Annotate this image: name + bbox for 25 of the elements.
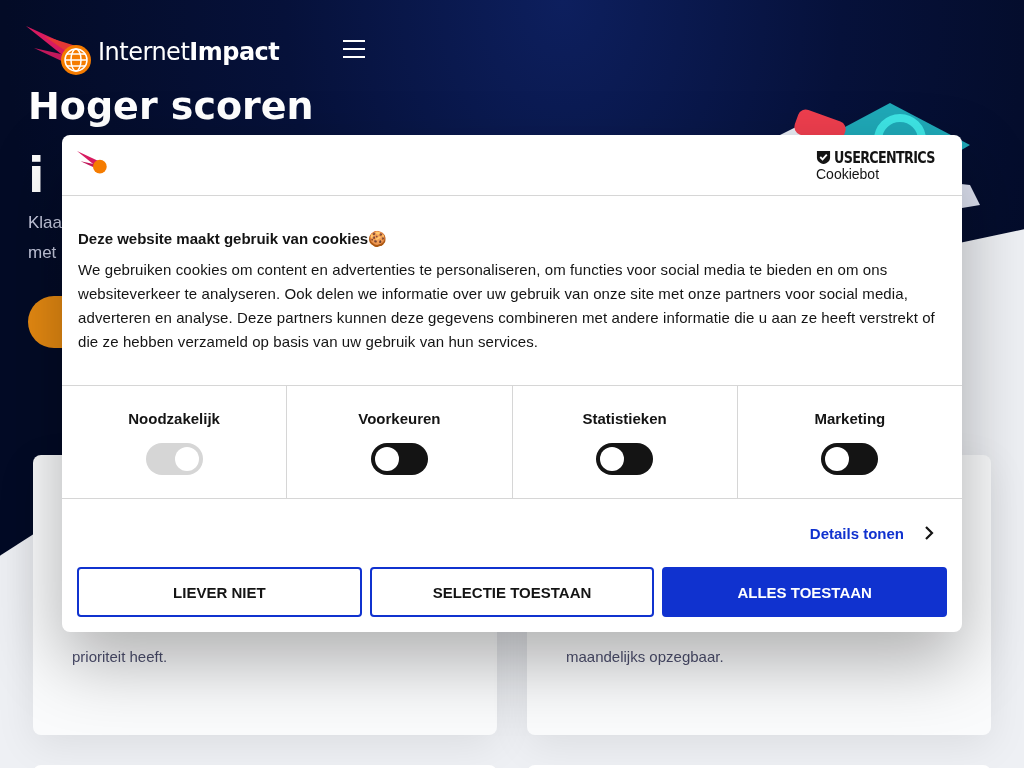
details-link[interactable]: Details tonen [809, 524, 904, 542]
hero-heading: i [28, 150, 46, 200]
product-name: Cookiebot [816, 166, 880, 182]
category-label: Marketing [814, 410, 886, 427]
hero-subtitle: met [28, 242, 58, 264]
hero-heading: Hoger scoren [28, 84, 314, 128]
cta-button[interactable] [28, 296, 62, 348]
card-text: maandelijks opzegbaar. [566, 647, 725, 667]
toggle-switch[interactable] [596, 443, 654, 475]
consent-button[interactable]: LIEVER NIET [77, 567, 362, 617]
shield-check-icon [816, 150, 831, 165]
hero-subtitle: Klaa [28, 212, 62, 234]
toggle-switch[interactable] [821, 443, 879, 475]
category-label: Noodzakelijk [128, 410, 220, 427]
logo-icon [77, 151, 109, 175]
consent-button[interactable]: SELECTIE TOESTAAN [369, 567, 655, 617]
dialog-text: We gebruiken cookies om content en advertenties te personaliseren, om functies voor social media te bieden en om ons websiteverkeer te analyseren. Ook delen we informatie over uw gebruik van onze site met onze partners voor social media, adverteren en analyse. Deze partners kunnen deze gegevens combineren met andere informatie die u aan ze heeft verstrekt of die ze hebben verzameld op basis van uw gebruik van hun services. [78, 260, 936, 352]
card-text: prioriteit heeft. [72, 647, 169, 667]
category-label: Voorkeuren [358, 410, 441, 427]
allow-all-button[interactable]: ALLES TOESTAAN [662, 567, 947, 617]
toggle-switch[interactable] [370, 443, 428, 475]
category-label: Statistieken [582, 410, 667, 427]
chevron-right-icon[interactable] [924, 525, 934, 541]
logo-text[interactable]: InternetImpact [98, 38, 280, 66]
dialog-title: Deze website maakt gebruik van cookies🍪 [78, 229, 389, 249]
